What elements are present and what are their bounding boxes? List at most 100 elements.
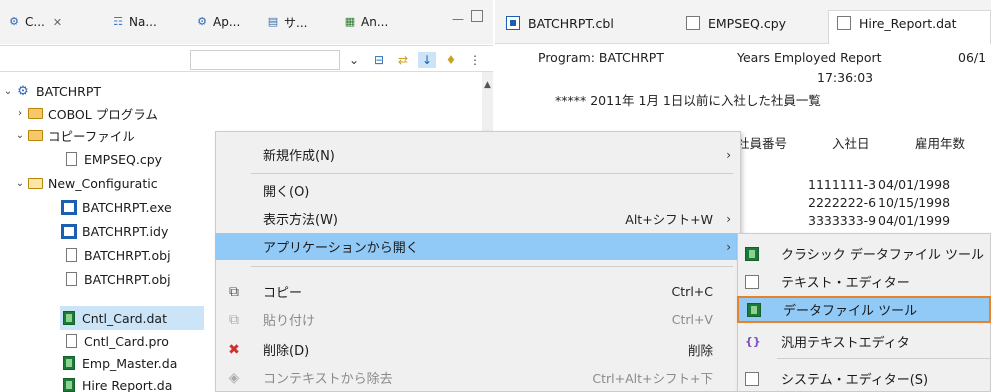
tab-analysis[interactable]: ▦ An... [342, 12, 388, 32]
analysis-icon: ▦ [344, 15, 356, 28]
tab-navigator[interactable]: ☶ Na... [110, 12, 157, 32]
tab-application-explorer[interactable]: ⚙ Ap... [194, 12, 240, 32]
tree-item-file[interactable]: BATCHRPT.idy [60, 220, 168, 242]
report-row-id: 1111111-3 [808, 177, 877, 192]
link-editor-icon[interactable]: ⇄ [394, 52, 412, 68]
tree-item-config-folder[interactable]: ⌄ New_Configuratic [14, 172, 158, 194]
tree-item-label: Cntl_Card.dat [82, 310, 167, 326]
executable-icon [60, 223, 78, 239]
shortcut-label: Alt+シフト+W [625, 212, 713, 227]
report-date: 06/1 [958, 50, 987, 65]
server-icon: ▤ [267, 15, 279, 28]
tree-item-label: EMPSEQ.cpy [84, 151, 163, 167]
remove-context-icon: ◈ [228, 369, 240, 386]
folder-icon [26, 105, 44, 121]
chevron-right-icon[interactable]: › [14, 108, 26, 119]
tree-item-file[interactable]: BATCHRPT.exe [60, 196, 172, 218]
report-col-years: 雇用年数 [915, 136, 966, 151]
menu-item-open[interactable]: 開く(O) [215, 177, 741, 204]
tree-item-cobol-folder[interactable]: › COBOL プログラム [14, 102, 158, 124]
tree-item-copy-folder[interactable]: ⌄ コピーファイル [14, 124, 135, 146]
chevron-down-icon[interactable]: ⌄ [2, 86, 14, 97]
project-explorer-icon: ⚙ [9, 15, 19, 28]
delete-icon: ✖ [228, 341, 240, 358]
tree-item-file[interactable]: Emp_Master.da [60, 352, 177, 374]
shortcut-label: 削除 [687, 343, 713, 358]
menu-separator [251, 266, 733, 267]
submenu-item-text-editor[interactable]: テキスト・エディター [737, 268, 991, 295]
shortcut-label: Ctrl+C [671, 284, 713, 299]
chevron-right-icon: › [726, 147, 731, 162]
scroll-up-icon[interactable]: ▲ [484, 80, 491, 90]
data-file-icon [60, 355, 78, 371]
tree-item-file[interactable]: Cntl_Card.pro [62, 330, 169, 352]
menu-item-copy[interactable]: ⧉ コピー Ctrl+C [215, 278, 741, 305]
dropdown-chevron-icon[interactable]: ⌄ [345, 52, 363, 68]
generic-editor-icon: {} [745, 334, 761, 348]
tab-batchrpt-cbl[interactable]: BATCHRPT.cbl [506, 12, 614, 34]
menu-item-remove-context[interactable]: ◈ コンテキストから除去 Ctrl+Alt+シフト+下 [215, 364, 741, 391]
report-title: Years Employed Report [737, 50, 882, 65]
tree-item-selected-file[interactable]: Cntl_Card.dat [60, 306, 204, 330]
menu-item-show-in[interactable]: 表示方法(W) Alt+シフト+W › [215, 205, 741, 232]
report-heading: ***** 2011年 1月 1日以前に入社した社員一覧 [555, 93, 821, 108]
shortcut-label: Ctrl+V [671, 312, 713, 327]
filter-input[interactable] [190, 50, 340, 70]
submenu-item-system-editor[interactable]: システム・エディター(S) [737, 365, 991, 392]
chevron-right-icon: › [726, 211, 731, 226]
project-icon: ⚙ [17, 83, 29, 99]
tab-label: Ap... [213, 15, 241, 29]
tab-server[interactable]: ▤ サ... [265, 12, 308, 32]
application-explorer-icon: ⚙ [197, 15, 207, 28]
tree-item-label: BATCHRPT.idy [82, 223, 169, 239]
file-icon [62, 151, 80, 167]
close-icon[interactable]: ✕ [53, 16, 62, 29]
tab-label: An... [361, 15, 389, 29]
chevron-right-icon: › [726, 239, 731, 254]
copy-icon: ⧉ [229, 283, 239, 300]
tree-item-file[interactable]: Hire Report.da [60, 374, 172, 392]
tab-empseq-cpy[interactable]: EMPSEQ.cpy [686, 12, 786, 34]
view-menu-icon[interactable]: ⋮ [466, 52, 484, 68]
data-file-icon [837, 16, 851, 30]
submenu-item-generic-text-editor[interactable]: {} 汎用テキストエディタ [737, 328, 991, 355]
tree-item-copy-file[interactable]: EMPSEQ.cpy [62, 148, 162, 170]
tree-item-file[interactable]: BATCHRPT.obj [62, 268, 171, 290]
filter-icon[interactable]: ♦ [442, 52, 460, 68]
tab-project-explorer[interactable]: ⚙ C... ✕ [6, 12, 62, 32]
system-editor-icon [745, 371, 759, 386]
data-file-icon [745, 246, 759, 261]
copy-file-icon [686, 16, 700, 30]
file-icon [62, 333, 80, 349]
submenu-item-data-file-tool[interactable]: データファイル ツール [737, 296, 991, 323]
menu-item-open-with[interactable]: アプリケーションから開く › [215, 233, 741, 260]
submenu-item-classic-data-tool[interactable]: クラシック データファイル ツール [737, 240, 991, 267]
menu-item-new[interactable]: 新規作成(N) › [215, 141, 741, 168]
tab-label: サ... [284, 15, 308, 30]
menu-item-paste[interactable]: ⧉ 貼り付け Ctrl+V [215, 306, 741, 333]
menu-item-delete[interactable]: ✖ 削除(D) 削除 [215, 336, 741, 363]
text-file-icon [745, 274, 759, 289]
collapse-all-icon[interactable]: ⊟ [370, 52, 388, 68]
tree-item-label: コピーファイル [48, 128, 135, 144]
report-row-id: 2222222-6 [808, 195, 877, 210]
tree-item-label: BATCHRPT.exe [82, 199, 172, 215]
report-row-id: 3333333-9 [808, 213, 877, 228]
minimize-icon[interactable]: — [452, 12, 464, 26]
maximize-icon[interactable] [471, 10, 483, 22]
report-row-date: 04/01/1998 [878, 177, 951, 192]
data-file-icon [747, 302, 761, 317]
tree-item-label: Hire Report.da [82, 377, 173, 392]
report-time: 17:36:03 [817, 70, 874, 85]
explorer-tab-bar [0, 0, 493, 44]
folder-icon [26, 127, 44, 143]
sort-icon[interactable]: ↓ [418, 52, 436, 68]
tree-item-project[interactable]: ⌄ ⚙ BATCHRPT [2, 80, 101, 102]
file-icon [62, 271, 80, 287]
chevron-down-icon[interactable]: ⌄ [14, 178, 26, 189]
tab-hire-report-dat[interactable]: Hire_Report.dat [837, 12, 957, 34]
report-col-hire: 入社日 [832, 136, 870, 151]
tree-item-file[interactable]: BATCHRPT.obj [62, 244, 171, 266]
chevron-down-icon[interactable]: ⌄ [14, 130, 26, 141]
data-file-icon [60, 310, 78, 326]
